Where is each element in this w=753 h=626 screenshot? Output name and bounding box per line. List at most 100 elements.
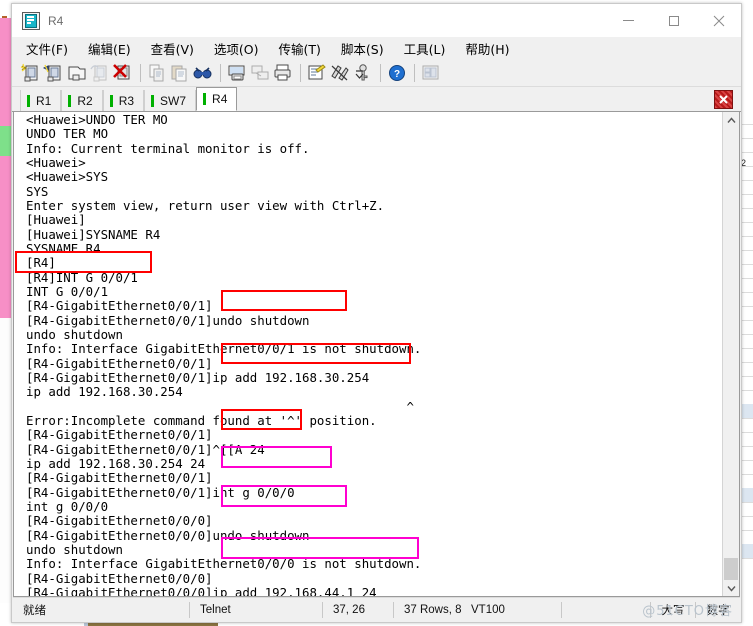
print-screen-icon[interactable]	[226, 62, 248, 84]
chevron-down-icon	[355, 70, 364, 79]
toolbar-separator	[414, 63, 415, 82]
terminal-line: INT G 0/0/1	[26, 283, 109, 299]
tab-label: R4	[212, 92, 228, 106]
tab-status-indicator-icon	[151, 94, 155, 107]
terminal-line: [R4-GigabitEthernet0/0/0]	[26, 570, 213, 586]
menu-item-script[interactable]: 脚本(S)	[341, 39, 384, 58]
terminal-line: [R4-GigabitEthernet0/0/1]ip add 192.168.…	[26, 369, 370, 385]
menu-item-edit[interactable]: 编辑(E)	[88, 39, 131, 58]
close-button[interactable]	[696, 4, 741, 37]
terminal-line: SYSNAME R4	[26, 240, 101, 256]
menu-item-help[interactable]: 帮助(H)	[465, 39, 509, 58]
toolbar-separator	[140, 63, 141, 82]
new-session-icon[interactable]	[20, 62, 42, 84]
tab-label: R1	[36, 93, 52, 108]
menu-item-options[interactable]: 选项(O)	[214, 39, 259, 58]
terminal-line: ^	[26, 398, 414, 414]
background-strip-green	[0, 126, 11, 156]
terminal-line: [R4-GigabitEthernet0/0/1]	[26, 470, 213, 486]
app-window-icon	[22, 11, 40, 30]
terminal-line: Info: Interface GigabitEthernet0/0/0 is …	[26, 556, 422, 572]
menu-item-view[interactable]: 查看(V)	[151, 39, 194, 58]
connect-icon[interactable]	[42, 62, 65, 84]
toolbar-separator	[220, 63, 221, 82]
status-protocol: Telnet	[200, 603, 231, 616]
toolbar: ?	[12, 59, 741, 87]
close-icon	[713, 15, 724, 26]
terminal-scrollbar[interactable]	[722, 112, 739, 596]
tab-label: SW7	[160, 93, 187, 108]
minimize-icon	[623, 20, 634, 21]
menu-bar: 文件(F) 编辑(E) 查看(V) 选项(O) 传输(T) 脚本(S) 工具(L…	[12, 37, 741, 59]
window-title: R4	[48, 13, 64, 28]
chevron-down-icon	[726, 585, 736, 592]
status-cursor-position: 37, 26	[333, 603, 365, 616]
background-strip-pink	[0, 18, 11, 318]
terminal-line: [R4-GigabitEthernet0/0/1]	[26, 298, 213, 314]
tab-r1[interactable]: R1	[20, 90, 62, 111]
status-caps-lock: 大写	[661, 604, 685, 617]
securecrt-window: R4 文件(F) 编辑(E) 查看(V) 选项(O) 传输(T) 脚本(S) 工…	[11, 3, 742, 623]
maximize-button[interactable]	[651, 4, 696, 37]
tab-sw7[interactable]: SW7	[144, 90, 197, 111]
tab-r3[interactable]: R3	[102, 90, 145, 111]
toolbar-overflow-button[interactable]	[355, 64, 364, 82]
terminal-line: ip add 192.168.30.254	[26, 384, 183, 400]
maximize-icon	[668, 15, 679, 26]
help-icon[interactable]: ?	[386, 62, 408, 84]
menu-item-tools[interactable]: 工具(L)	[404, 39, 446, 58]
scroll-up-button[interactable]	[723, 112, 739, 128]
status-rows-cols: 37 Rows, 89	[404, 603, 461, 616]
terminal-line: <Huawei>UNDO TER MO	[26, 112, 168, 127]
scroll-down-button[interactable]	[723, 580, 739, 596]
chevron-up-icon	[726, 116, 736, 123]
reconnect-icon	[89, 62, 111, 84]
tab-status-indicator-icon	[109, 94, 113, 107]
tab-label: R3	[118, 93, 135, 108]
global-options-icon[interactable]	[329, 62, 351, 84]
clone-session-icon[interactable]	[66, 62, 88, 84]
terminal-output[interactable]: <Huawei>UNDO TER MO UNDO TER MO Info: Curr…	[14, 112, 723, 596]
minimize-button[interactable]	[606, 4, 651, 37]
find-icon[interactable]	[192, 62, 214, 84]
terminal-line: ip add 192.168.30.254 24	[26, 455, 206, 471]
terminal-line: [R4-GigabitEthernet0/0/1]	[26, 355, 213, 371]
status-divider	[561, 601, 562, 618]
terminal-line: [R4-GigabitEthernet0/0/1]^[[A 24	[26, 441, 265, 457]
menu-item-file[interactable]: 文件(F)	[26, 39, 68, 58]
session-options-icon[interactable]	[306, 62, 328, 84]
terminal-line: <Huawei>SYS	[26, 169, 109, 185]
terminal-line: Info: Current terminal monitor is off.	[26, 140, 310, 156]
copy-icon	[146, 62, 168, 84]
terminal-line: Enter system view, return user view with…	[26, 197, 385, 213]
toolbar-separator	[300, 63, 301, 82]
paste-icon	[169, 62, 191, 84]
terminal-line: SYS	[26, 183, 49, 199]
tab-label: R2	[77, 93, 93, 108]
disconnect-icon[interactable]	[112, 62, 134, 84]
toolbar-separator	[380, 63, 381, 82]
print-icon[interactable]	[272, 62, 294, 84]
tile-windows-icon	[420, 62, 442, 84]
scrollbar-thumb[interactable]	[724, 558, 738, 580]
terminal-line: [R4-GigabitEthernet0/0/1]	[26, 427, 213, 443]
terminal-line: Info: Interface GigabitEthernet0/0/1 is …	[26, 341, 422, 357]
tab-r2[interactable]: R2	[61, 90, 103, 111]
terminal-line: [R4]	[26, 255, 56, 271]
close-tab-button[interactable]	[714, 90, 733, 109]
terminal-line: undo shutdown	[26, 541, 123, 557]
tab-status-indicator-icon	[27, 94, 30, 107]
status-emulation: VT100	[471, 603, 505, 616]
tab-r4[interactable]: R4	[196, 87, 238, 111]
terminal-line: undo shutdown	[26, 326, 123, 342]
terminal-line: Error:Incomplete command found at '^' po…	[26, 412, 377, 428]
status-ready: 就绪	[23, 602, 46, 617]
terminal-line: [Huawei]	[26, 212, 86, 228]
menu-item-transfer[interactable]: 传输(T)	[279, 39, 321, 58]
window-controls	[606, 4, 741, 37]
log-session-icon	[249, 62, 271, 84]
terminal-line: [R4-GigabitEthernet0/0/1]int g 0/0/0	[26, 484, 295, 500]
terminal-line: [R4-GigabitEthernet0/0/0]	[26, 513, 213, 529]
status-bar: 就绪 Telnet 37, 26 37 Rows, 89 VT100 大写 数字	[13, 597, 740, 621]
title-bar: R4	[12, 4, 741, 37]
